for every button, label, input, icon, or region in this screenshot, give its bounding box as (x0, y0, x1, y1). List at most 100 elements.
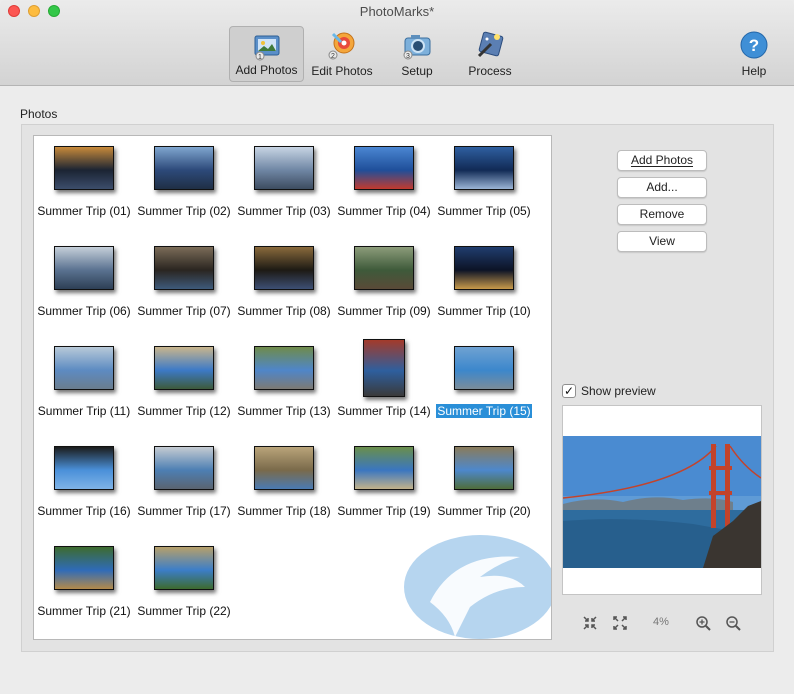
photo-thumbnail-image (254, 346, 314, 390)
toolbar-help-label: Help (741, 64, 767, 78)
photo-thumbnail-image (154, 346, 214, 390)
help-icon: ? (740, 31, 768, 59)
photo-thumbnail[interactable]: Summer Trip (03) (234, 138, 334, 226)
photo-thumbnail[interactable]: Summer Trip (04) (334, 138, 434, 226)
svg-text:3: 3 (406, 53, 410, 60)
photo-caption: Summer Trip (03) (237, 204, 331, 218)
photo-caption: Summer Trip (10) (437, 304, 531, 318)
photo-thumbnail-image (154, 546, 214, 590)
photo-caption: Summer Trip (17) (137, 504, 231, 518)
photo-thumbnail[interactable]: Summer Trip (01) (34, 138, 134, 226)
photo-caption: Summer Trip (01) (37, 204, 131, 218)
add-photos-button[interactable]: Add Photos (617, 150, 707, 171)
photo-caption: Summer Trip (19) (337, 504, 431, 518)
photo-thumbnail-image (454, 446, 514, 490)
photo-caption: Summer Trip (06) (37, 304, 131, 318)
photo-caption: Summer Trip (09) (337, 304, 431, 318)
toolbar-process-label: Process (468, 64, 512, 78)
photo-caption: Summer Trip (16) (37, 504, 131, 518)
photo-caption: Summer Trip (05) (437, 204, 531, 218)
titlebar-toolbar: PhotoMarks* 1 Add Photos 2 Edit Photos 3… (0, 0, 794, 86)
photo-thumbnail-image (54, 246, 114, 290)
photo-thumbnail[interactable]: Summer Trip (12) (134, 338, 234, 426)
photo-caption: Summer Trip (07) (137, 304, 231, 318)
photo-thumbnail-image (254, 446, 314, 490)
toolbar-help-button[interactable]: ? Help (726, 26, 782, 82)
photo-thumbnail[interactable]: Summer Trip (17) (134, 438, 234, 526)
app-window: PhotoMarks* 1 Add Photos 2 Edit Photos 3… (0, 0, 794, 694)
photo-thumbnail-image (54, 546, 114, 590)
show-preview-label[interactable]: Show preview (581, 384, 656, 398)
photo-grid[interactable]: Summer Trip (01) Summer Trip (02) Summer T… (33, 135, 552, 640)
photo-thumbnail[interactable]: Summer Trip (10) (434, 238, 534, 326)
remove-button[interactable]: Remove (617, 204, 707, 225)
add-photos-button-label: Add Photos (630, 153, 694, 167)
photo-thumbnail-image (454, 246, 514, 290)
photo-thumbnail[interactable]: Summer Trip (20) (434, 438, 534, 526)
toolbar-add-photos-button[interactable]: 1 Add Photos (229, 26, 304, 82)
window-title: PhotoMarks* (359, 4, 435, 19)
toolbar-setup-label: Setup (401, 64, 433, 78)
photo-thumbnail-image (54, 446, 114, 490)
fit-to-window-icon[interactable] (582, 614, 598, 632)
photo-caption: Summer Trip (13) (237, 404, 331, 418)
photo-thumbnail[interactable]: Summer Trip (05) (434, 138, 534, 226)
photo-thumbnail-image (454, 346, 514, 390)
toolbar-process-button[interactable]: Process (456, 26, 524, 82)
toolbar-add-photos-label: Add Photos (235, 63, 298, 77)
photo-thumbnail-image (54, 346, 114, 390)
zoom-out-icon[interactable] (725, 614, 741, 632)
photo-caption: Summer Trip (21) (37, 604, 131, 618)
photo-thumbnail-image (363, 339, 405, 397)
photo-caption: Summer Trip (11) (37, 404, 131, 418)
zoom-in-icon[interactable] (695, 614, 711, 632)
toolbar-setup-button[interactable]: 3 Setup (382, 26, 452, 82)
zoom-percent: 4% (653, 616, 669, 628)
photo-thumbnail-image (354, 146, 414, 190)
photo-thumbnail[interactable]: Summer Trip (18) (234, 438, 334, 526)
svg-text:1: 1 (258, 54, 262, 61)
photo-thumbnail[interactable]: Summer Trip (15) (434, 338, 534, 426)
photo-thumbnail-image (354, 246, 414, 290)
photo-thumbnail[interactable]: Summer Trip (11) (34, 338, 134, 426)
photo-thumbnail-image (54, 146, 114, 190)
toolbar-edit-photos-button[interactable]: 2 Edit Photos (306, 26, 378, 82)
show-preview-checkbox[interactable]: ✓ (562, 384, 576, 398)
photo-thumbnail[interactable]: Summer Trip (09) (334, 238, 434, 326)
photo-thumbnail[interactable]: Summer Trip (02) (134, 138, 234, 226)
photo-thumbnail[interactable]: Summer Trip (08) (234, 238, 334, 326)
photos-section-label: Photos (20, 107, 58, 121)
photo-thumbnail-image (154, 146, 214, 190)
add-button[interactable]: Add... (617, 177, 707, 198)
photo-thumbnail[interactable]: Summer Trip (22) (134, 538, 234, 626)
toolbar-edit-photos-label: Edit Photos (311, 64, 373, 78)
actual-size-icon[interactable] (612, 614, 628, 632)
svg-text:?: ? (749, 36, 759, 55)
photo-thumbnail-image (154, 246, 214, 290)
photo-thumbnail[interactable]: Summer Trip (14) (334, 338, 434, 426)
photo-caption: Summer Trip (18) (237, 504, 331, 518)
photo-thumbnail[interactable]: Summer Trip (21) (34, 538, 134, 626)
photo-caption: Summer Trip (02) (137, 204, 231, 218)
setup-camera-icon: 3 (403, 35, 431, 60)
photo-caption: Summer Trip (20) (437, 504, 531, 518)
photo-thumbnail[interactable]: Summer Trip (07) (134, 238, 234, 326)
photo-thumbnail[interactable]: Summer Trip (16) (34, 438, 134, 526)
photo-caption: Summer Trip (04) (337, 204, 431, 218)
preview-pane (562, 405, 762, 595)
add-photos-icon: 1 (254, 35, 279, 61)
photo-caption: Summer Trip (12) (137, 404, 231, 418)
photo-thumbnail[interactable]: Summer Trip (06) (34, 238, 134, 326)
photo-caption: Summer Trip (14) (337, 404, 431, 418)
process-icon (477, 31, 504, 58)
edit-photos-icon: 2 (328, 32, 355, 60)
photo-thumbnail[interactable]: Summer Trip (13) (234, 338, 334, 426)
photo-thumbnail-image (254, 246, 314, 290)
photo-thumbnail-image (254, 146, 314, 190)
view-button[interactable]: View (617, 231, 707, 252)
svg-text:2: 2 (331, 53, 335, 60)
photo-caption: Summer Trip (15) (436, 404, 532, 418)
photo-thumbnail[interactable]: Summer Trip (19) (334, 438, 434, 526)
photo-thumbnail-image (454, 146, 514, 190)
photo-thumbnail-image (354, 446, 414, 490)
